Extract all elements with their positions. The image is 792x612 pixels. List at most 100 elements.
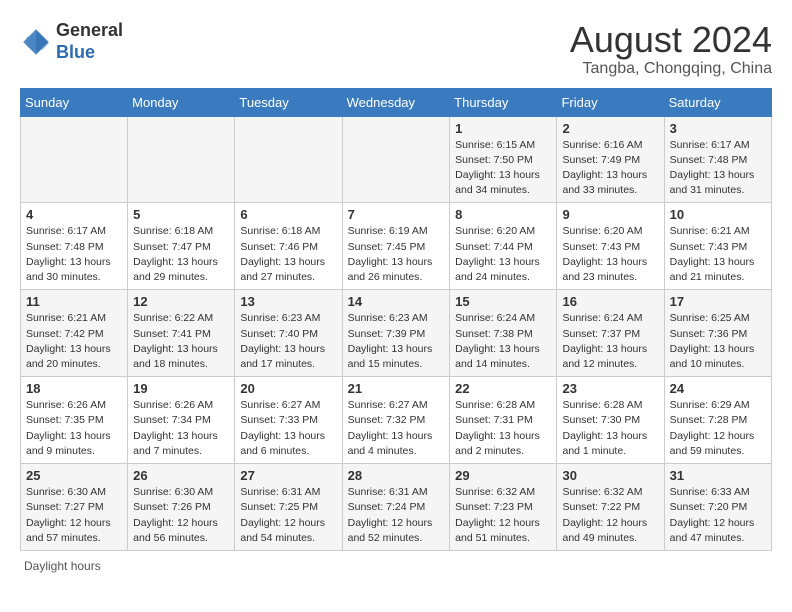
day-detail: Sunrise: 6:19 AM Sunset: 7:45 PM Dayligh… bbox=[348, 224, 445, 285]
calendar-cell: 16 Sunrise: 6:24 AM Sunset: 7:37 PM Dayli… bbox=[557, 290, 664, 377]
day-detail: Sunrise: 6:27 AM Sunset: 7:32 PM Dayligh… bbox=[348, 398, 445, 459]
day-of-week-header: Thursday bbox=[450, 88, 557, 116]
calendar-cell: 20 Sunrise: 6:27 AM Sunset: 7:33 PM Dayli… bbox=[235, 377, 342, 464]
calendar-cell: 14Sunrise: 6:23 AM Sunset: 7:39 PM Dayli… bbox=[342, 290, 450, 377]
day-detail: Sunrise: 6:21 AM Sunset: 7:43 PM Dayligh… bbox=[670, 224, 766, 285]
day-detail: Sunrise: 6:29 AM Sunset: 7:28 PM Dayligh… bbox=[670, 398, 766, 459]
day-detail: Sunrise: 6:30 AM Sunset: 7:27 PM Dayligh… bbox=[26, 485, 122, 546]
day-number: 16 bbox=[562, 294, 658, 309]
day-number: 20 bbox=[240, 381, 336, 396]
day-detail: Sunrise: 6:20 AM Sunset: 7:43 PM Dayligh… bbox=[562, 224, 658, 285]
day-number: 27 bbox=[240, 468, 336, 483]
day-number: 25 bbox=[26, 468, 122, 483]
calendar-cell bbox=[128, 116, 235, 203]
day-detail: Sunrise: 6:21 AM Sunset: 7:42 PM Dayligh… bbox=[26, 311, 122, 372]
day-of-week-header: Wednesday bbox=[342, 88, 450, 116]
day-detail: Sunrise: 6:25 AM Sunset: 7:36 PM Dayligh… bbox=[670, 311, 766, 372]
day-number: 19 bbox=[133, 381, 229, 396]
calendar-cell: 22 Sunrise: 6:28 AM Sunset: 7:31 PM Dayli… bbox=[450, 377, 557, 464]
day-number: 7 bbox=[348, 207, 445, 222]
day-detail: Sunrise: 6:23 AM Sunset: 7:40 PM Dayligh… bbox=[240, 311, 336, 372]
day-number: 24 bbox=[670, 381, 766, 396]
calendar-cell: 26Sunrise: 6:30 AM Sunset: 7:26 PM Dayli… bbox=[128, 464, 235, 551]
day-detail: Sunrise: 6:31 AM Sunset: 7:24 PM Dayligh… bbox=[348, 485, 445, 546]
day-detail: Sunrise: 6:32 AM Sunset: 7:22 PM Dayligh… bbox=[562, 485, 658, 546]
logo-blue: Blue bbox=[56, 42, 123, 64]
calendar-cell: 21 Sunrise: 6:27 AM Sunset: 7:32 PM Dayli… bbox=[342, 377, 450, 464]
footer: Daylight hours bbox=[20, 559, 772, 573]
day-number: 4 bbox=[26, 207, 122, 222]
calendar-cell: 11 Sunrise: 6:21 AM Sunset: 7:42 PM Dayli… bbox=[21, 290, 128, 377]
day-detail: Sunrise: 6:17 AM Sunset: 7:48 PM Dayligh… bbox=[670, 138, 766, 199]
calendar-cell: 24 Sunrise: 6:29 AM Sunset: 7:28 PM Dayli… bbox=[664, 377, 771, 464]
calendar-cell: 15 Sunrise: 6:24 AM Sunset: 7:38 PM Dayli… bbox=[450, 290, 557, 377]
calendar-cell: 4 Sunrise: 6:17 AM Sunset: 7:48 PM Daylig… bbox=[21, 203, 128, 290]
calendar-week-row: 1Sunrise: 6:15 AM Sunset: 7:50 PM Daylig… bbox=[21, 116, 772, 203]
calendar-cell: 29 Sunrise: 6:32 AM Sunset: 7:23 PM Dayli… bbox=[450, 464, 557, 551]
calendar-cell: 5 Sunrise: 6:18 AM Sunset: 7:47 PM Daylig… bbox=[128, 203, 235, 290]
day-detail: Sunrise: 6:24 AM Sunset: 7:37 PM Dayligh… bbox=[562, 311, 658, 372]
calendar-cell: 1Sunrise: 6:15 AM Sunset: 7:50 PM Daylig… bbox=[450, 116, 557, 203]
calendar-cell: 3Sunrise: 6:17 AM Sunset: 7:48 PM Daylig… bbox=[664, 116, 771, 203]
day-detail: Sunrise: 6:22 AM Sunset: 7:41 PM Dayligh… bbox=[133, 311, 229, 372]
calendar-table: SundayMondayTuesdayWednesdayThursdayFrid… bbox=[20, 88, 772, 551]
day-number: 29 bbox=[455, 468, 551, 483]
day-number: 11 bbox=[26, 294, 122, 309]
day-number: 23 bbox=[562, 381, 658, 396]
day-detail: Sunrise: 6:28 AM Sunset: 7:31 PM Dayligh… bbox=[455, 398, 551, 459]
day-of-week-header: Monday bbox=[128, 88, 235, 116]
day-detail: Sunrise: 6:16 AM Sunset: 7:49 PM Dayligh… bbox=[562, 138, 658, 199]
logo-icon bbox=[20, 26, 52, 58]
day-detail: Sunrise: 6:18 AM Sunset: 7:47 PM Dayligh… bbox=[133, 224, 229, 285]
calendar-cell: 9 Sunrise: 6:20 AM Sunset: 7:43 PM Daylig… bbox=[557, 203, 664, 290]
day-detail: Sunrise: 6:26 AM Sunset: 7:35 PM Dayligh… bbox=[26, 398, 122, 459]
day-number: 18 bbox=[26, 381, 122, 396]
calendar-cell: 19 Sunrise: 6:26 AM Sunset: 7:34 PM Dayli… bbox=[128, 377, 235, 464]
calendar-cell: 8 Sunrise: 6:20 AM Sunset: 7:44 PM Daylig… bbox=[450, 203, 557, 290]
day-number: 17 bbox=[670, 294, 766, 309]
day-number: 15 bbox=[455, 294, 551, 309]
day-detail: Sunrise: 6:17 AM Sunset: 7:48 PM Dayligh… bbox=[26, 224, 122, 285]
title-block: August 2024 Tangba, Chongqing, China bbox=[570, 20, 772, 78]
calendar-week-row: 4 Sunrise: 6:17 AM Sunset: 7:48 PM Daylig… bbox=[21, 203, 772, 290]
calendar-cell: 10 Sunrise: 6:21 AM Sunset: 7:43 PM Dayli… bbox=[664, 203, 771, 290]
daylight-hours-label: Daylight hours bbox=[24, 559, 101, 573]
day-detail: Sunrise: 6:18 AM Sunset: 7:46 PM Dayligh… bbox=[240, 224, 336, 285]
day-number: 9 bbox=[562, 207, 658, 222]
page-header: General Blue August 2024 Tangba, Chongqi… bbox=[20, 20, 772, 78]
calendar-week-row: 25 Sunrise: 6:30 AM Sunset: 7:27 PM Dayli… bbox=[21, 464, 772, 551]
calendar-cell: 18 Sunrise: 6:26 AM Sunset: 7:35 PM Dayli… bbox=[21, 377, 128, 464]
day-number: 31 bbox=[670, 468, 766, 483]
day-detail: Sunrise: 6:33 AM Sunset: 7:20 PM Dayligh… bbox=[670, 485, 766, 546]
day-detail: Sunrise: 6:15 AM Sunset: 7:50 PM Dayligh… bbox=[455, 138, 551, 199]
day-number: 10 bbox=[670, 207, 766, 222]
calendar-week-row: 18 Sunrise: 6:26 AM Sunset: 7:35 PM Dayli… bbox=[21, 377, 772, 464]
day-of-week-header: Tuesday bbox=[235, 88, 342, 116]
calendar-cell: 2Sunrise: 6:16 AM Sunset: 7:49 PM Daylig… bbox=[557, 116, 664, 203]
day-number: 21 bbox=[348, 381, 445, 396]
day-of-week-header: Saturday bbox=[664, 88, 771, 116]
calendar-cell: 7 Sunrise: 6:19 AM Sunset: 7:45 PM Daylig… bbox=[342, 203, 450, 290]
day-number: 14 bbox=[348, 294, 445, 309]
day-number: 6 bbox=[240, 207, 336, 222]
calendar-cell: 30Sunrise: 6:32 AM Sunset: 7:22 PM Dayli… bbox=[557, 464, 664, 551]
calendar-cell: 13 Sunrise: 6:23 AM Sunset: 7:40 PM Dayli… bbox=[235, 290, 342, 377]
day-detail: Sunrise: 6:24 AM Sunset: 7:38 PM Dayligh… bbox=[455, 311, 551, 372]
day-number: 28 bbox=[348, 468, 445, 483]
day-detail: Sunrise: 6:32 AM Sunset: 7:23 PM Dayligh… bbox=[455, 485, 551, 546]
calendar-week-row: 11 Sunrise: 6:21 AM Sunset: 7:42 PM Dayli… bbox=[21, 290, 772, 377]
day-detail: Sunrise: 6:26 AM Sunset: 7:34 PM Dayligh… bbox=[133, 398, 229, 459]
day-number: 26 bbox=[133, 468, 229, 483]
day-detail: Sunrise: 6:27 AM Sunset: 7:33 PM Dayligh… bbox=[240, 398, 336, 459]
day-number: 13 bbox=[240, 294, 336, 309]
calendar-cell: 23Sunrise: 6:28 AM Sunset: 7:30 PM Dayli… bbox=[557, 377, 664, 464]
day-number: 5 bbox=[133, 207, 229, 222]
day-number: 12 bbox=[133, 294, 229, 309]
day-detail: Sunrise: 6:20 AM Sunset: 7:44 PM Dayligh… bbox=[455, 224, 551, 285]
day-number: 22 bbox=[455, 381, 551, 396]
day-number: 8 bbox=[455, 207, 551, 222]
month-title: August 2024 bbox=[570, 20, 772, 60]
calendar-cell: 28 Sunrise: 6:31 AM Sunset: 7:24 PM Dayli… bbox=[342, 464, 450, 551]
calendar-header-row: SundayMondayTuesdayWednesdayThursdayFrid… bbox=[21, 88, 772, 116]
logo-text: General Blue bbox=[56, 20, 123, 63]
